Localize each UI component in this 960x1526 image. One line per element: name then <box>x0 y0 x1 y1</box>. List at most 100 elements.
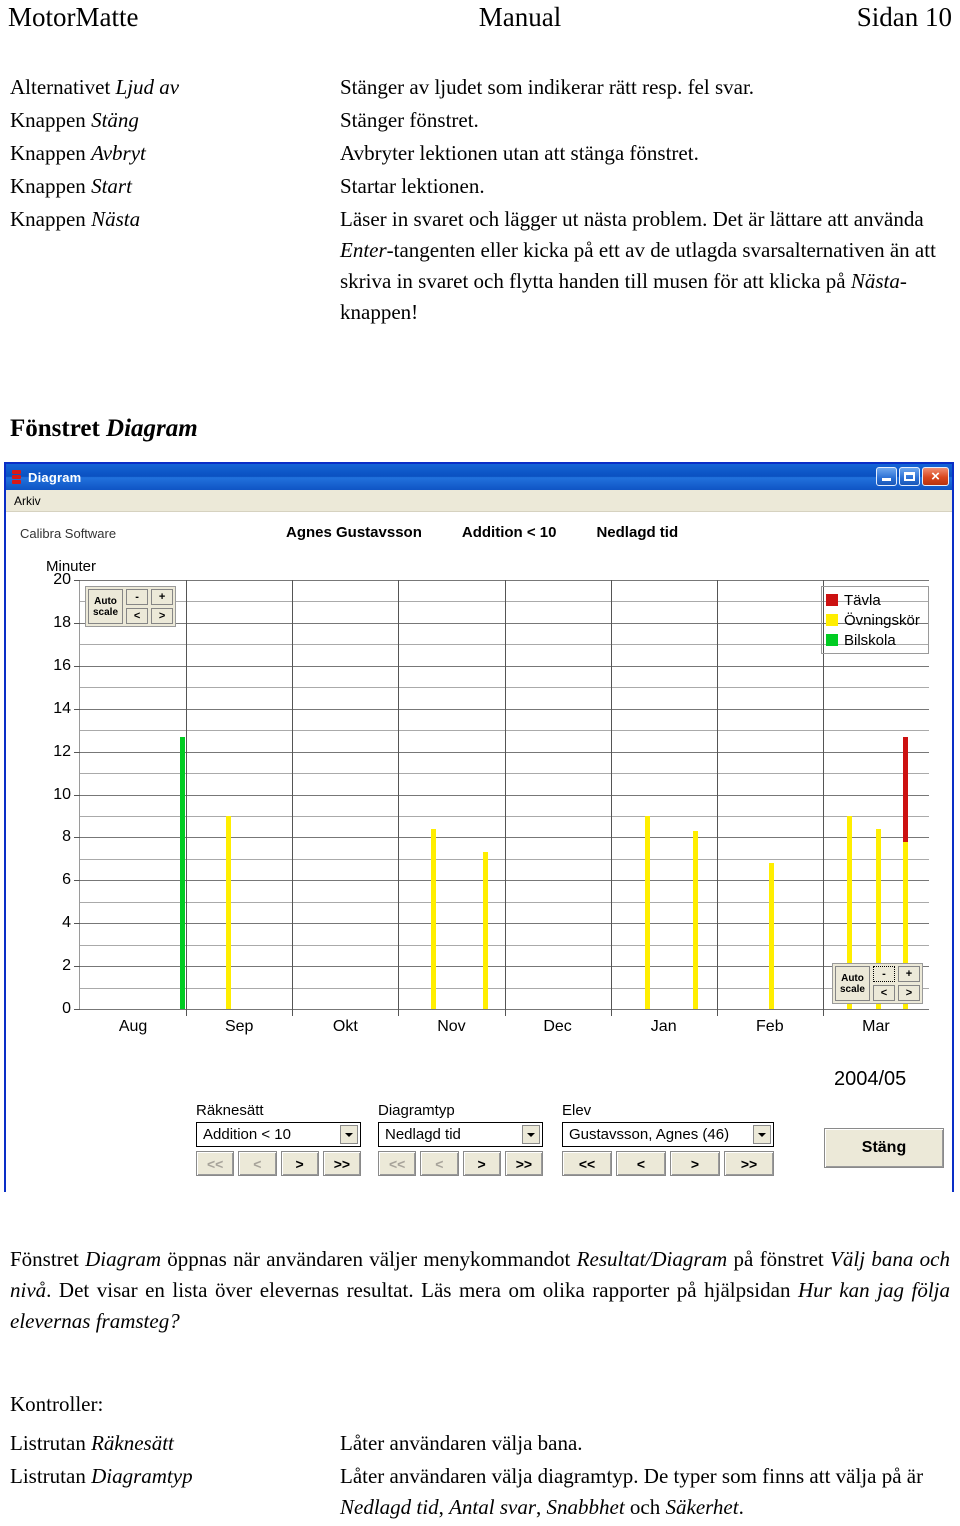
x-axis-tick-label: Feb <box>756 1018 784 1035</box>
y-axis-tick-mark <box>74 665 80 667</box>
section-heading-text: Fönstret <box>10 415 107 442</box>
scale-controls-top[interactable]: Auto scale - + < > <box>85 586 177 627</box>
chevron-down-icon[interactable] <box>522 1125 540 1144</box>
definition-row: Listrutan Diagramtyp Låter användaren vä… <box>10 1461 950 1523</box>
definition-desc: Stänger av ljudet som indikerar rätt res… <box>340 75 755 99</box>
nav-first-raknesatt[interactable]: << <box>196 1151 235 1176</box>
combo-diagramtyp[interactable]: Nedlagd tid <box>378 1122 543 1147</box>
definition-list-bottom: Listrutan Räknesätt Låter användaren väl… <box>10 1428 950 1525</box>
desc-italic: Nästa <box>850 269 900 293</box>
auto-scale-line2: scale <box>93 606 119 618</box>
nav-next-elev[interactable]: > <box>670 1151 720 1176</box>
window-titlebar[interactable]: Diagram × <box>6 464 952 490</box>
term-italic: Start <box>91 174 132 198</box>
legend-swatch-bilskola <box>826 634 838 646</box>
page-header-center: Manual <box>478 2 562 32</box>
y-axis-tick-mark <box>74 966 80 968</box>
control-group-raknesatt: Räknesätt Addition < 10 << < > >> <box>196 1102 361 1176</box>
term-italic: Ljud av <box>115 75 180 99</box>
nav-last-elev[interactable]: >> <box>724 1151 774 1176</box>
chart-bar <box>180 736 186 1009</box>
legend-swatch-ovningskor <box>826 614 838 626</box>
stang-button[interactable]: Stäng <box>824 1128 944 1168</box>
term-prefix: Knappen <box>10 207 92 231</box>
chart-legend: Tävla Övningskör Bilskola <box>821 586 929 654</box>
nav-next-raknesatt[interactable]: > <box>280 1151 319 1176</box>
legend-item: Bilskola <box>826 630 928 650</box>
scale-controls-bottom[interactable]: Auto scale - + < > <box>831 963 923 1004</box>
label-raknesatt: Räknesätt <box>196 1102 264 1119</box>
legend-label: Tävla <box>844 591 881 609</box>
term-prefix: Knappen <box>10 141 92 165</box>
close-button[interactable]: × <box>922 467 949 486</box>
maximize-button[interactable] <box>899 467 920 486</box>
definition-desc: Låter användaren välja diagramtyp. De ty… <box>340 1461 950 1523</box>
x-axis-tick-label: Mar <box>862 1018 890 1035</box>
column-divider <box>292 580 294 1009</box>
y-axis-tick-mark <box>74 923 80 925</box>
combo-elev[interactable]: Gustavsson, Agnes (46) <box>562 1122 774 1147</box>
nav-last-diagramtyp[interactable]: >> <box>504 1151 543 1176</box>
scroll-right-button-top[interactable]: > <box>151 608 174 624</box>
desc-italic: Nedlagd tid <box>340 1495 439 1519</box>
auto-scale-button-bottom[interactable]: Auto scale <box>834 966 870 1001</box>
x-axis-tick-mark <box>186 1009 188 1016</box>
minimize-icon <box>882 478 891 481</box>
para-italic: Resultat/Diagram <box>576 1247 728 1271</box>
column-divider <box>716 580 718 1009</box>
control-group-diagramtyp: Diagramtyp Nedlagd tid << < > >> <box>378 1102 543 1176</box>
nav-first-elev[interactable]: << <box>562 1151 612 1176</box>
y-axis-tick-mark <box>74 1009 80 1010</box>
label-diagramtyp: Diagramtyp <box>378 1102 455 1119</box>
window-title: Diagram <box>28 469 82 485</box>
traffic-light-icon <box>11 469 22 485</box>
scroll-left-button-top[interactable]: < <box>126 608 149 624</box>
chart-plot-area: 0 2 4 6 8 10 12 14 16 18 20 Aug Sep Okt Nov Dec Jan Feb Ma… <box>53 571 929 1035</box>
zoom-out-button-top[interactable]: - <box>126 589 149 605</box>
chart-canvas: 0 2 4 6 8 10 12 14 16 18 20 Aug Sep Okt Nov Dec Jan Feb Ma… <box>53 571 929 1035</box>
zoom-in-button-top[interactable]: + <box>151 589 174 605</box>
chevron-down-icon[interactable] <box>753 1125 771 1144</box>
nav-prev-diagramtyp[interactable]: < <box>420 1151 459 1176</box>
x-axis-tick-mark <box>610 1009 612 1016</box>
scroll-left-button-bottom[interactable]: < <box>873 985 895 1001</box>
chart-bar <box>645 815 651 1009</box>
page-header-left: MotorMatte <box>8 2 139 32</box>
auto-scale-button-top[interactable]: Auto scale <box>88 589 124 624</box>
term-italic: Nästa <box>91 207 141 231</box>
kontroller-heading: Kontroller: <box>10 1392 104 1416</box>
nav-row-raknesatt: << < > >> <box>196 1151 361 1176</box>
minimize-button[interactable] <box>876 467 897 486</box>
zoom-out-button-bottom[interactable]: - <box>873 966 895 982</box>
menu-item-arkiv[interactable]: Arkiv <box>14 494 41 508</box>
scale-button-grid-top: - + < > <box>126 589 174 624</box>
window-buttons: × <box>876 467 949 486</box>
zoom-in-button-bottom[interactable]: + <box>898 966 920 982</box>
term-italic: Stäng <box>91 108 139 132</box>
desc-sep: och <box>624 1495 666 1519</box>
y-axis-tick-mark <box>74 708 80 710</box>
combo-value-elev: Gustavsson, Agnes (46) <box>569 1126 730 1143</box>
maximize-icon <box>904 472 915 481</box>
desc-part: Låter användaren välja diagramtyp. De ty… <box>340 1464 924 1488</box>
nav-next-diagramtyp[interactable]: > <box>462 1151 501 1176</box>
definition-row: Alternativet Ljud av Stänger av ljudet s… <box>10 72 950 103</box>
definition-row: Knappen Start Startar lektionen. <box>10 171 950 202</box>
chart-bar <box>430 828 436 1009</box>
nav-first-diagramtyp[interactable]: << <box>378 1151 417 1176</box>
definition-term: Knappen Start <box>10 171 340 202</box>
nav-row-diagramtyp: << < > >> <box>378 1151 543 1176</box>
nav-prev-raknesatt[interactable]: < <box>238 1151 277 1176</box>
y-axis-tick-mark <box>74 880 80 882</box>
legend-item: Tävla <box>826 590 928 610</box>
scroll-right-button-bottom[interactable]: > <box>898 985 920 1001</box>
combo-raknesatt[interactable]: Addition < 10 <box>196 1122 361 1147</box>
nav-last-raknesatt[interactable]: >> <box>322 1151 361 1176</box>
definition-desc: Startar lektionen. <box>340 174 485 198</box>
term-italic: Diagramtyp <box>91 1464 193 1488</box>
chevron-down-icon[interactable] <box>340 1125 358 1144</box>
x-axis-tick-label: Jan <box>650 1018 677 1035</box>
desc-italic: Enter <box>340 238 387 262</box>
section-heading-italic: Diagram <box>106 415 198 442</box>
nav-prev-elev[interactable]: < <box>616 1151 666 1176</box>
